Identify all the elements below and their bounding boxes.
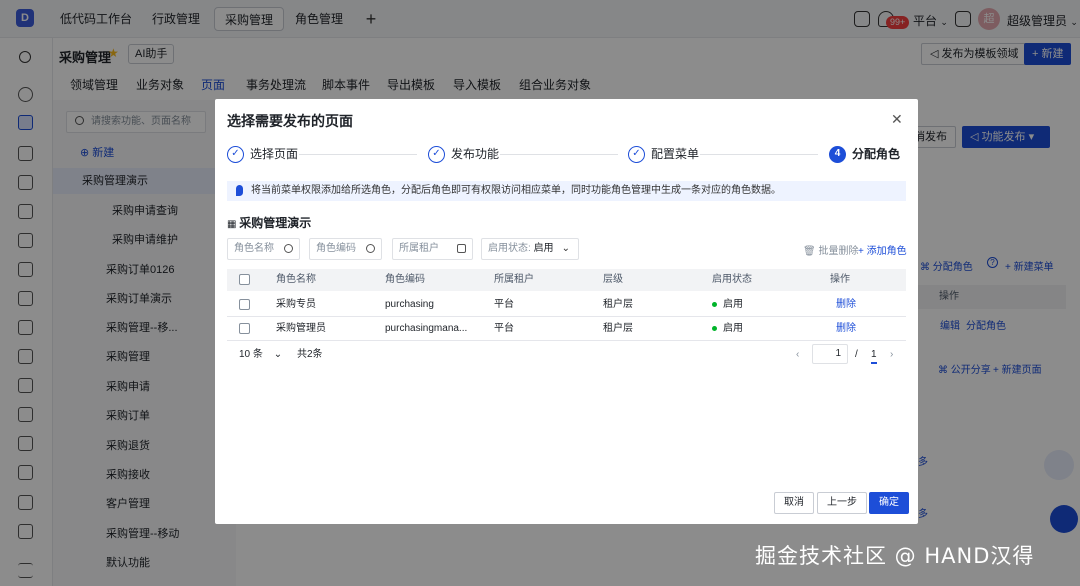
bulk-delete-button[interactable]: 🗑 批量删除 — [803, 242, 858, 257]
location-pin-icon — [236, 185, 243, 196]
select-all-checkbox[interactable] — [239, 274, 250, 285]
cell-tenant: 平台 — [494, 299, 514, 310]
add-role-button[interactable]: + 添加角色 — [858, 242, 907, 257]
step-assign-role: 4 分配角色 — [829, 145, 901, 164]
chevron-down-icon: ⌄ — [561, 243, 570, 254]
step-label: 发布功能 — [451, 147, 500, 161]
status-label: 启用状态: — [488, 243, 531, 254]
cell-role-code: purchasingmana... — [385, 323, 468, 334]
page-size-select[interactable]: 10 条 ⌄ — [239, 344, 282, 366]
cell-level: 租户层 — [603, 299, 633, 310]
delete-link[interactable]: 删除 — [836, 293, 856, 317]
column-header: 操作 — [830, 274, 850, 285]
modal-title: 选择需要发布的页面 — [227, 113, 353, 129]
status-dot-icon — [712, 325, 717, 331]
cell-role-code: purchasing — [385, 299, 434, 310]
check-icon: ✓ — [428, 146, 445, 164]
next-page-icon[interactable]: › — [890, 344, 893, 366]
tenant-placeholder: 所属租户 — [399, 243, 439, 254]
calendar-icon — [457, 244, 466, 253]
watermark: 掘金技术社区 @ HAND汉得 — [755, 544, 1035, 568]
check-icon: ✓ — [628, 146, 645, 164]
role-name-placeholder: 角色名称 — [234, 243, 274, 254]
add-role-label: 添加角色 — [866, 246, 907, 257]
table-row: 采购管理员 purchasingmana... 平台 租户层 启用 删除 — [227, 317, 906, 341]
step-label: 分配角色 — [852, 147, 901, 161]
page-number-input[interactable]: 1 — [812, 344, 848, 364]
cell-role-name: 采购专员 — [276, 299, 316, 310]
column-header: 层级 — [603, 274, 623, 285]
bulk-delete-label: 批量删除 — [818, 246, 859, 257]
step-divider — [700, 154, 818, 155]
confirm-button[interactable]: 确定 — [869, 492, 909, 514]
row-checkbox[interactable] — [239, 299, 250, 310]
trash-icon: 🗑 — [803, 246, 819, 257]
chevron-down-icon: ⌄ — [273, 349, 283, 360]
role-code-placeholder: 角色编码 — [316, 243, 356, 254]
status-dot-icon — [712, 301, 717, 307]
section-title: ▦ 采购管理演示 — [227, 214, 311, 231]
prev-step-button[interactable]: 上一步 — [817, 492, 867, 514]
cell-status: 启用 — [712, 293, 743, 317]
role-name-input[interactable]: 角色名称 — [227, 238, 300, 260]
step-number: 4 — [829, 146, 846, 164]
table-row: 采购专员 purchasing 平台 租户层 启用 删除 — [227, 293, 906, 317]
status-text: 启用 — [723, 299, 743, 310]
role-code-input[interactable]: 角色编码 — [309, 238, 382, 260]
status-value: 启用 — [533, 243, 554, 254]
column-header: 角色编码 — [385, 274, 425, 285]
cancel-button[interactable]: 取消 — [774, 492, 814, 514]
page-size-value: 10 条 — [239, 349, 263, 360]
check-icon: ✓ — [227, 146, 244, 164]
delete-link[interactable]: 删除 — [836, 317, 856, 341]
cell-level: 租户层 — [603, 323, 633, 334]
row-checkbox[interactable] — [239, 323, 250, 334]
step-divider — [500, 154, 618, 155]
prev-page-icon[interactable]: ‹ — [796, 344, 799, 366]
cell-role-name: 采购管理员 — [276, 323, 326, 334]
total-count: 共2条 — [297, 349, 323, 360]
step-divider — [299, 154, 417, 155]
close-icon[interactable]: ✕ — [891, 111, 903, 128]
status-text: 启用 — [723, 323, 743, 334]
publish-modal: 选择需要发布的页面 ✕ ✓ 选择页面 ✓ 发布功能 ✓ 配置菜单 4 分配角色 将当前菜… — [215, 99, 918, 524]
step-label: 配置菜单 — [651, 147, 700, 161]
tenant-input[interactable]: 所属租户 — [392, 238, 473, 260]
info-notice: 将当前菜单权限添加给所选角色，分配后角色即可有权限访问相应菜单，同时功能角色管理… — [227, 181, 906, 201]
notice-text: 将当前菜单权限添加给所选角色，分配后角色即可有权限访问相应菜单，同时功能角色管理… — [251, 185, 781, 196]
search-icon — [284, 244, 293, 253]
status-select[interactable]: 启用状态: 启用 ⌄ — [481, 238, 579, 260]
plus-icon: + — [858, 246, 867, 257]
cell-tenant: 平台 — [494, 323, 514, 334]
step-publish-function: ✓ 发布功能 — [428, 145, 500, 164]
page-separator: / — [855, 349, 858, 360]
step-label: 选择页面 — [250, 147, 299, 161]
section-title-text: 采购管理演示 — [239, 216, 312, 230]
step-select-page: ✓ 选择页面 — [227, 145, 299, 164]
total-pages: 1 — [871, 344, 877, 364]
grid-icon: ▦ — [227, 219, 240, 230]
table-header: 角色名称 角色编码 所属租户 层级 启用状态 操作 — [227, 269, 906, 291]
column-header: 启用状态 — [712, 274, 752, 285]
cell-status: 启用 — [712, 317, 743, 341]
column-header: 所属租户 — [494, 274, 534, 285]
column-header: 角色名称 — [276, 274, 316, 285]
page-input-wrap: 1 — [812, 344, 848, 366]
step-configure-menu: ✓ 配置菜单 — [628, 145, 700, 164]
search-icon — [366, 244, 375, 253]
